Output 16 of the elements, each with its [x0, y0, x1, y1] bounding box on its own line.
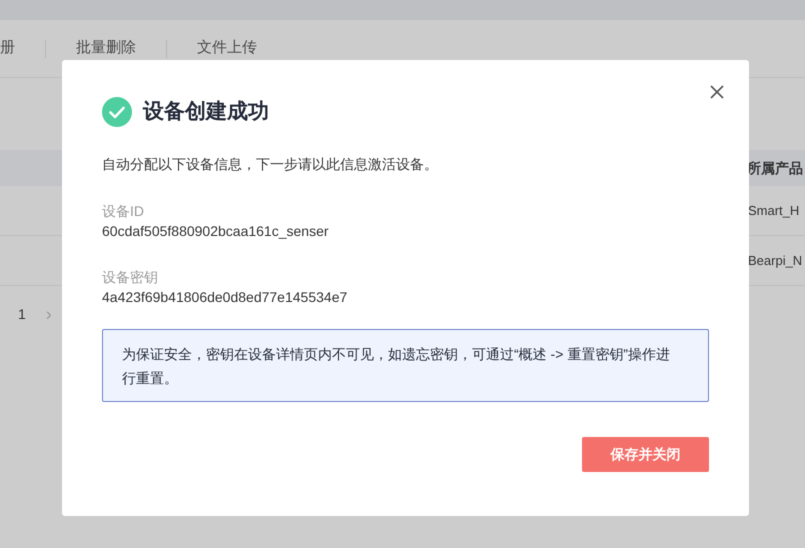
table-cell-text: Bearpi_N [748, 252, 804, 270]
save-and-close-button[interactable]: 保存并关闭 [582, 436, 709, 472]
table-cell-text: Smart_H [748, 202, 800, 220]
field-label: 设备ID [102, 202, 145, 220]
success-check-icon [102, 96, 132, 127]
toolbar-action[interactable]: 批量删除 [76, 37, 136, 60]
field-value: 60cdaf505f880902bcaa161c_senser [102, 222, 330, 240]
page-number[interactable]: 1 [18, 304, 26, 324]
field-label: 设备密钥 [102, 268, 159, 286]
dialog-description: 自动分配以下设备信息，下一步请以此信息激活设备。 [102, 154, 439, 174]
close-icon[interactable] [710, 85, 724, 99]
toolbar-action[interactable]: 册 [0, 37, 15, 60]
toolbar-action[interactable]: 文件上传 [197, 37, 257, 60]
notice-message: 为保证安全，密钥在设备详情页内不可见，如遗忘密钥，可通过“概述 -> 重置密钥”操作进行重置。 [102, 328, 709, 402]
dialog-title: 设备创建成功 [143, 99, 269, 125]
field-value: 4a423f69b41806de0d8ed77e145534e7 [102, 288, 348, 306]
